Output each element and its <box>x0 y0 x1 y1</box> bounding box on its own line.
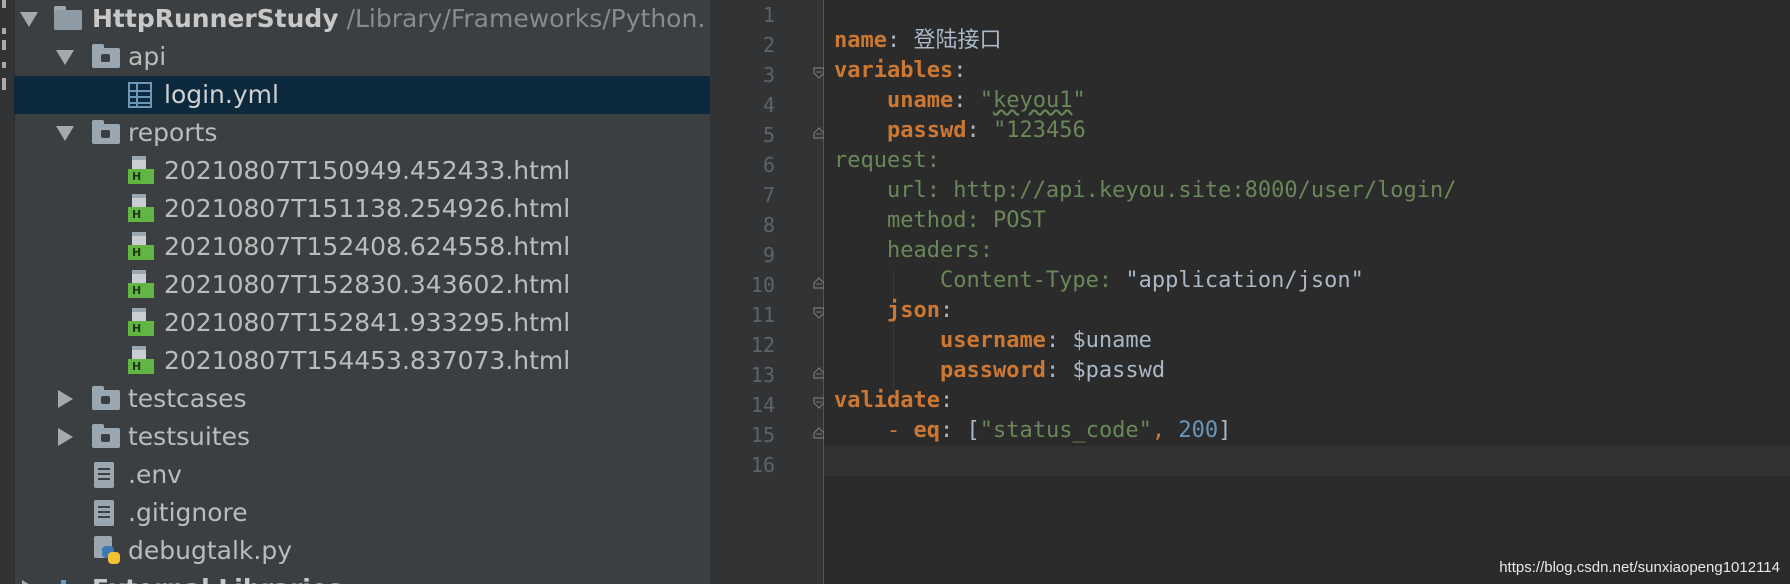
line-number: 5 <box>762 123 775 147</box>
file-label: 20210807T152830.343602.html <box>164 270 571 299</box>
collapse-arrow-icon[interactable] <box>22 580 37 584</box>
line-number: 10 <box>750 273 775 297</box>
line-number: 1 <box>762 3 775 27</box>
line-number: 11 <box>750 303 775 327</box>
tree-folder-api[interactable]: api <box>14 38 710 76</box>
line-number: 12 <box>750 333 775 357</box>
tree-file-report[interactable]: H 20210807T154453.837073.html <box>14 342 710 380</box>
tool-window-strip[interactable] <box>0 0 15 584</box>
library-icon <box>54 576 78 584</box>
tree-file-report[interactable]: H 20210807T152408.624558.html <box>14 228 710 266</box>
code-line[interactable]: validate: <box>834 386 953 416</box>
folder-label: api <box>128 42 167 71</box>
tree-file-login-yml[interactable]: login.yml <box>14 76 710 114</box>
code-line[interactable]: request: <box>834 146 940 176</box>
tree-file-report[interactable]: H 20210807T152841.933295.html <box>14 304 710 342</box>
html-file-icon: H <box>128 346 154 376</box>
folder-label: reports <box>128 118 218 147</box>
project-name: HttpRunnerStudy <box>92 4 339 33</box>
html-file-icon: H <box>128 232 154 262</box>
line-number: 16 <box>750 453 775 477</box>
tree-file-debugtalk[interactable]: debugtalk.py <box>14 532 710 570</box>
line-number: 4 <box>762 93 775 117</box>
yaml-file-icon <box>128 82 152 108</box>
text-file-icon <box>94 462 114 488</box>
collapse-arrow-icon[interactable] <box>58 390 73 408</box>
project-tree-panel: HttpRunnerStudy /Library/Frameworks/Pyth… <box>0 0 710 584</box>
code-line[interactable]: url: http://api.keyou.site:8000/user/log… <box>834 176 1457 206</box>
folder-label: testsuites <box>128 422 251 451</box>
project-path: /Library/Frameworks/Python. <box>346 4 706 33</box>
line-number: 15 <box>750 423 775 447</box>
file-label: 20210807T154453.837073.html <box>164 346 571 375</box>
current-line[interactable] <box>824 446 1790 476</box>
line-number: 6 <box>762 153 775 177</box>
file-label: 20210807T151138.254926.html <box>164 194 571 223</box>
code-line[interactable]: json: <box>834 296 953 326</box>
tree-file-env[interactable]: .env <box>14 456 710 494</box>
code-line[interactable]: password: $passwd <box>834 356 1165 386</box>
tree-file-report[interactable]: H 20210807T150949.452433.html <box>14 152 710 190</box>
file-label: 20210807T152841.933295.html <box>164 308 571 337</box>
html-file-icon: H <box>128 308 154 338</box>
file-label: 20210807T150949.452433.html <box>164 156 571 185</box>
code-line[interactable]: headers: <box>834 236 993 266</box>
watermark: https://blog.csdn.net/sunxiaopeng1012114 <box>1499 559 1780 576</box>
text-file-icon <box>94 500 114 526</box>
expand-arrow-icon[interactable] <box>20 12 38 27</box>
folder-icon <box>92 120 120 144</box>
code-line[interactable]: passwd: "123456 <box>834 116 1086 146</box>
file-label: debugtalk.py <box>128 536 292 565</box>
file-label: .gitignore <box>128 498 248 527</box>
expand-arrow-icon[interactable] <box>56 50 74 65</box>
line-number-gutter[interactable]: 1 2 3 4 5 6 7 8 9 10 11 12 13 14 15 16 <box>710 0 825 584</box>
code-line[interactable]: username: $uname <box>834 326 1152 356</box>
file-label: .env <box>128 460 182 489</box>
line-number: 3 <box>762 63 775 87</box>
line-number: 13 <box>750 363 775 387</box>
expand-arrow-icon[interactable] <box>56 126 74 141</box>
folder-icon <box>92 386 120 410</box>
file-label: 20210807T152408.624558.html <box>164 232 571 261</box>
line-number: 2 <box>762 33 775 57</box>
code-line[interactable]: method: POST <box>834 206 1046 236</box>
folder-label: External Libraries <box>92 572 343 584</box>
tree-file-report[interactable]: H 20210807T151138.254926.html <box>14 190 710 228</box>
tree-external-libraries[interactable]: External Libraries <box>14 570 710 584</box>
html-file-icon: H <box>128 156 154 186</box>
python-file-icon <box>94 536 120 566</box>
collapse-arrow-icon[interactable] <box>58 428 73 446</box>
code-line[interactable]: uname: "keyou1" <box>834 86 1086 116</box>
code-line[interactable]: - eq: ["status_code", 200] <box>834 416 1231 446</box>
code-line[interactable]: variables: <box>834 56 966 86</box>
code-line[interactable]: name: 登陆接口 <box>834 26 1002 56</box>
tree-file-report[interactable]: H 20210807T152830.343602.html <box>14 266 710 304</box>
folder-icon <box>92 424 120 448</box>
tree-folder-testsuites[interactable]: testsuites <box>14 418 710 456</box>
tree-folder-testcases[interactable]: testcases <box>14 380 710 418</box>
tree-file-gitignore[interactable]: .gitignore <box>14 494 710 532</box>
tree-root-item[interactable]: HttpRunnerStudy /Library/Frameworks/Pyth… <box>14 0 710 38</box>
tree-folder-reports[interactable]: reports <box>14 114 710 152</box>
project-folder-icon <box>54 6 82 30</box>
line-number: 9 <box>762 243 775 267</box>
line-number: 14 <box>750 393 775 417</box>
line-number: 7 <box>762 183 775 207</box>
folder-icon <box>92 44 120 68</box>
code-line[interactable]: Content-Type: "application/json" <box>834 266 1364 296</box>
folder-label: testcases <box>128 384 247 413</box>
code-editor[interactable]: name: 登陆接口 variables: uname: "keyou1" pa… <box>824 0 1790 584</box>
line-number: 8 <box>762 213 775 237</box>
html-file-icon: H <box>128 194 154 224</box>
file-label: login.yml <box>164 80 279 109</box>
html-file-icon: H <box>128 270 154 300</box>
